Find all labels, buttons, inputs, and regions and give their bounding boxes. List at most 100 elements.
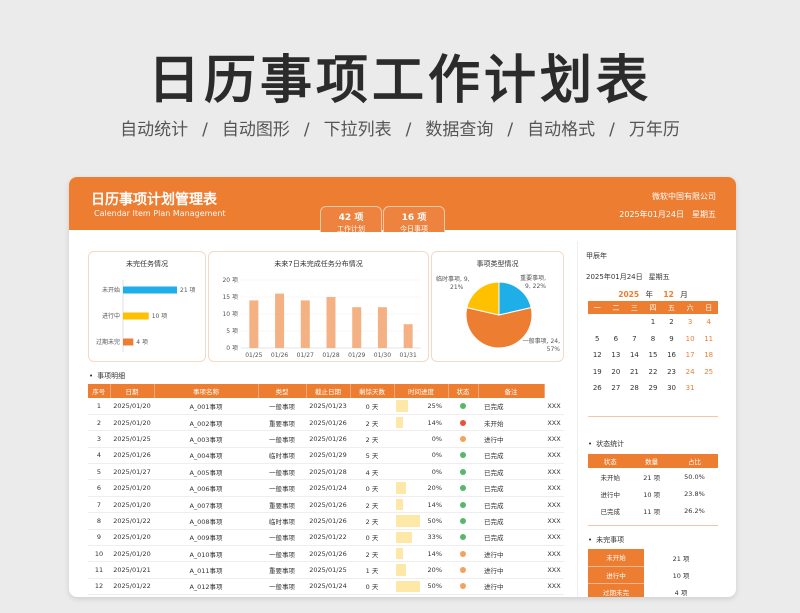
type-chart-panel: 事项类型情况 重要事项, 9, 22% 一般事项, 24, 57% 临时事项, 9, 21…: [431, 251, 564, 362]
row-note: XXX: [544, 463, 564, 481]
x-tick-label: 01/31: [399, 352, 416, 359]
calendar-day[interactable]: 23: [662, 364, 681, 381]
column-header[interactable]: 截止日期: [306, 384, 351, 398]
column-header[interactable]: 时间进度: [394, 384, 449, 398]
calendar-weekday-row: 一二三四五六日: [588, 301, 718, 314]
bar: [123, 312, 149, 320]
calendar-day[interactable]: 31: [681, 380, 700, 397]
progress-value: 0%: [431, 451, 442, 460]
calendar-day[interactable]: 28: [625, 380, 644, 397]
column-header[interactable]: 剩馀天数: [350, 384, 395, 398]
row-due-date: 2025/01/26: [306, 414, 350, 432]
x-tick-label: 01/30: [374, 352, 391, 359]
row-type: 一般事项: [258, 430, 306, 448]
row-type: 重要事项: [258, 561, 306, 579]
table-row[interactable]: 4 2025/01/26 A_004事项 临时事项 2025/01/29 5 天 0% 已完成…: [88, 447, 564, 465]
table-row[interactable]: 12 2025/01/22 A_012事项 一般事项 2025/01/24 0 天 50% 进…: [88, 578, 564, 596]
calendar-grid: 一二三四五六日 1 2 3 4 5 6 7 8 9 10 11 12 13 14 15 16 17 18 19 20 2…: [588, 301, 718, 397]
calendar-year-select[interactable]: 2025: [618, 290, 639, 299]
calendar-day[interactable]: 27: [607, 380, 626, 397]
calendar-day[interactable]: 21: [625, 364, 644, 381]
table-row[interactable]: 9 2025/01/20 A_009事项 一般事项 2025/01/22 0 天 33% 已完…: [88, 529, 564, 547]
row-status-icon-cell: [448, 512, 478, 530]
table-row[interactable]: 1 2025/01/20 A_001事项 一般事项 2025/01/23 0 天 25% 已完…: [88, 398, 564, 415]
table-row[interactable]: 10 2025/01/20 A_010事项 一般事项 2025/01/26 2 天 14% 进…: [88, 545, 564, 563]
table-row[interactable]: 11 2025/01/21 A_011事项 重要事项 2025/01/25 1 天 20% 进…: [88, 561, 564, 579]
week-column-chart: 0 项 5 项 10 项 15 项 20 项 01/25 01/26 01/27 01/28 01…: [222, 277, 421, 359]
calendar-day[interactable]: 22: [644, 364, 663, 381]
calendar-day[interactable]: 7: [625, 331, 644, 348]
category-label: 未开始: [102, 286, 120, 294]
row-item-name: A_002事项: [154, 414, 258, 432]
row-number: 3: [88, 430, 110, 448]
calendar-day[interactable]: 13: [607, 347, 626, 364]
column: [300, 300, 310, 348]
column-header[interactable]: 事项名称: [154, 384, 259, 398]
row-number: 10: [88, 545, 110, 563]
calendar-day[interactable]: 14: [625, 347, 644, 364]
row-status: 未开始: [478, 414, 544, 432]
calendar-day[interactable]: 19: [588, 364, 607, 381]
calendar-day[interactable]: 3: [681, 314, 700, 331]
table-row[interactable]: 3 2025/01/25 A_003事项 一般事项 2025/01/26 2 天 0% 进行中…: [88, 430, 564, 448]
row-status: 进行中: [478, 561, 544, 579]
calendar-day[interactable]: 1: [644, 314, 663, 331]
table-row[interactable]: 6 2025/01/20 A_006事项 一般事项 2025/01/24 0 天 20% 已完…: [88, 479, 564, 497]
calendar-day[interactable]: 4: [699, 314, 718, 331]
table-row[interactable]: 5 2025/01/27 A_005事项 一般事项 2025/01/28 4 天 0% 已完成…: [88, 463, 564, 481]
calendar-week: 1234: [588, 314, 718, 331]
calendar-day[interactable]: 12: [588, 347, 607, 364]
column-header[interactable]: 状态: [448, 384, 479, 398]
calendar-day[interactable]: 20: [607, 364, 626, 381]
calendar-day[interactable]: 25: [699, 364, 718, 381]
status-stats-header: 状态 数量 占比: [588, 454, 718, 468]
progress-bar: [396, 515, 420, 527]
column-header[interactable]: 日期: [110, 384, 155, 398]
feature-separator: /: [202, 120, 208, 140]
calendar-day[interactable]: 16: [662, 347, 681, 364]
calendar-day[interactable]: 5: [588, 331, 607, 348]
row-days-left: 5 天: [350, 447, 394, 465]
calendar-month-select[interactable]: 12: [663, 290, 673, 299]
row-days-left: 2 天: [350, 512, 394, 530]
stats-status: 已完成: [600, 507, 620, 516]
row-days-left: 2 天: [350, 414, 394, 432]
calendar-day[interactable]: 24: [681, 364, 700, 381]
calendar-day[interactable]: 26: [588, 380, 607, 397]
calendar-day[interactable]: 11: [699, 331, 718, 348]
calendar-day[interactable]: 17: [681, 347, 700, 364]
row-date: 2025/01/25: [110, 430, 154, 448]
calendar-weekday: 星期五: [648, 273, 670, 281]
calendar-day[interactable]: 30: [662, 380, 681, 397]
calendar-day[interactable]: 6: [607, 331, 626, 348]
tab-work-plan[interactable]: 42 项 工作计划: [320, 206, 382, 233]
row-note: XXX: [544, 496, 564, 514]
feature-item: 下拉列表: [323, 120, 392, 140]
calendar-day[interactable]: 2: [662, 314, 681, 331]
row-number: 12: [88, 578, 110, 596]
calendar-day[interactable]: 18: [699, 347, 718, 364]
column-header[interactable]: 备注: [478, 384, 545, 398]
table-row[interactable]: 7 2025/01/20 A_007事项 重要事项 2025/01/26 2 天 14% 已完…: [88, 496, 564, 514]
calendar-day[interactable]: 15: [644, 347, 663, 364]
status-section-label: 状态统计: [588, 439, 624, 449]
row-type: 一般事项: [258, 545, 306, 563]
column-header[interactable]: 序号: [88, 384, 111, 398]
table-row[interactable]: 8 2025/01/22 A_008事项 临时事项 2025/01/26 2 天 50% 已完…: [88, 512, 564, 530]
row-type: 一般事项: [258, 463, 306, 481]
calendar-day[interactable]: 29: [644, 380, 663, 397]
stats-ratio: 50.0%: [684, 472, 705, 481]
tab-today-items[interactable]: 16 项 今日事项: [383, 206, 445, 233]
tab-work-plan-count: 42 项: [338, 213, 364, 223]
row-item-name: A_006事项: [154, 479, 258, 497]
status-dot-icon: [460, 550, 466, 557]
progress-bar: [396, 564, 406, 576]
column-header[interactable]: 类型: [258, 384, 307, 398]
row-note: XXX: [544, 414, 564, 432]
calendar-day[interactable]: 8: [644, 331, 663, 348]
calendar-day[interactable]: 9: [662, 331, 681, 348]
calendar-day[interactable]: 10: [681, 331, 700, 348]
detail-table-body: 1 2025/01/20 A_001事项 一般事项 2025/01/23 0 天 25% 已完…: [88, 398, 564, 596]
table-row[interactable]: 2 2025/01/20 A_002事项 重要事项 2025/01/26 2 天 14% 未开…: [88, 414, 564, 432]
progress-value: 50%: [427, 516, 442, 525]
